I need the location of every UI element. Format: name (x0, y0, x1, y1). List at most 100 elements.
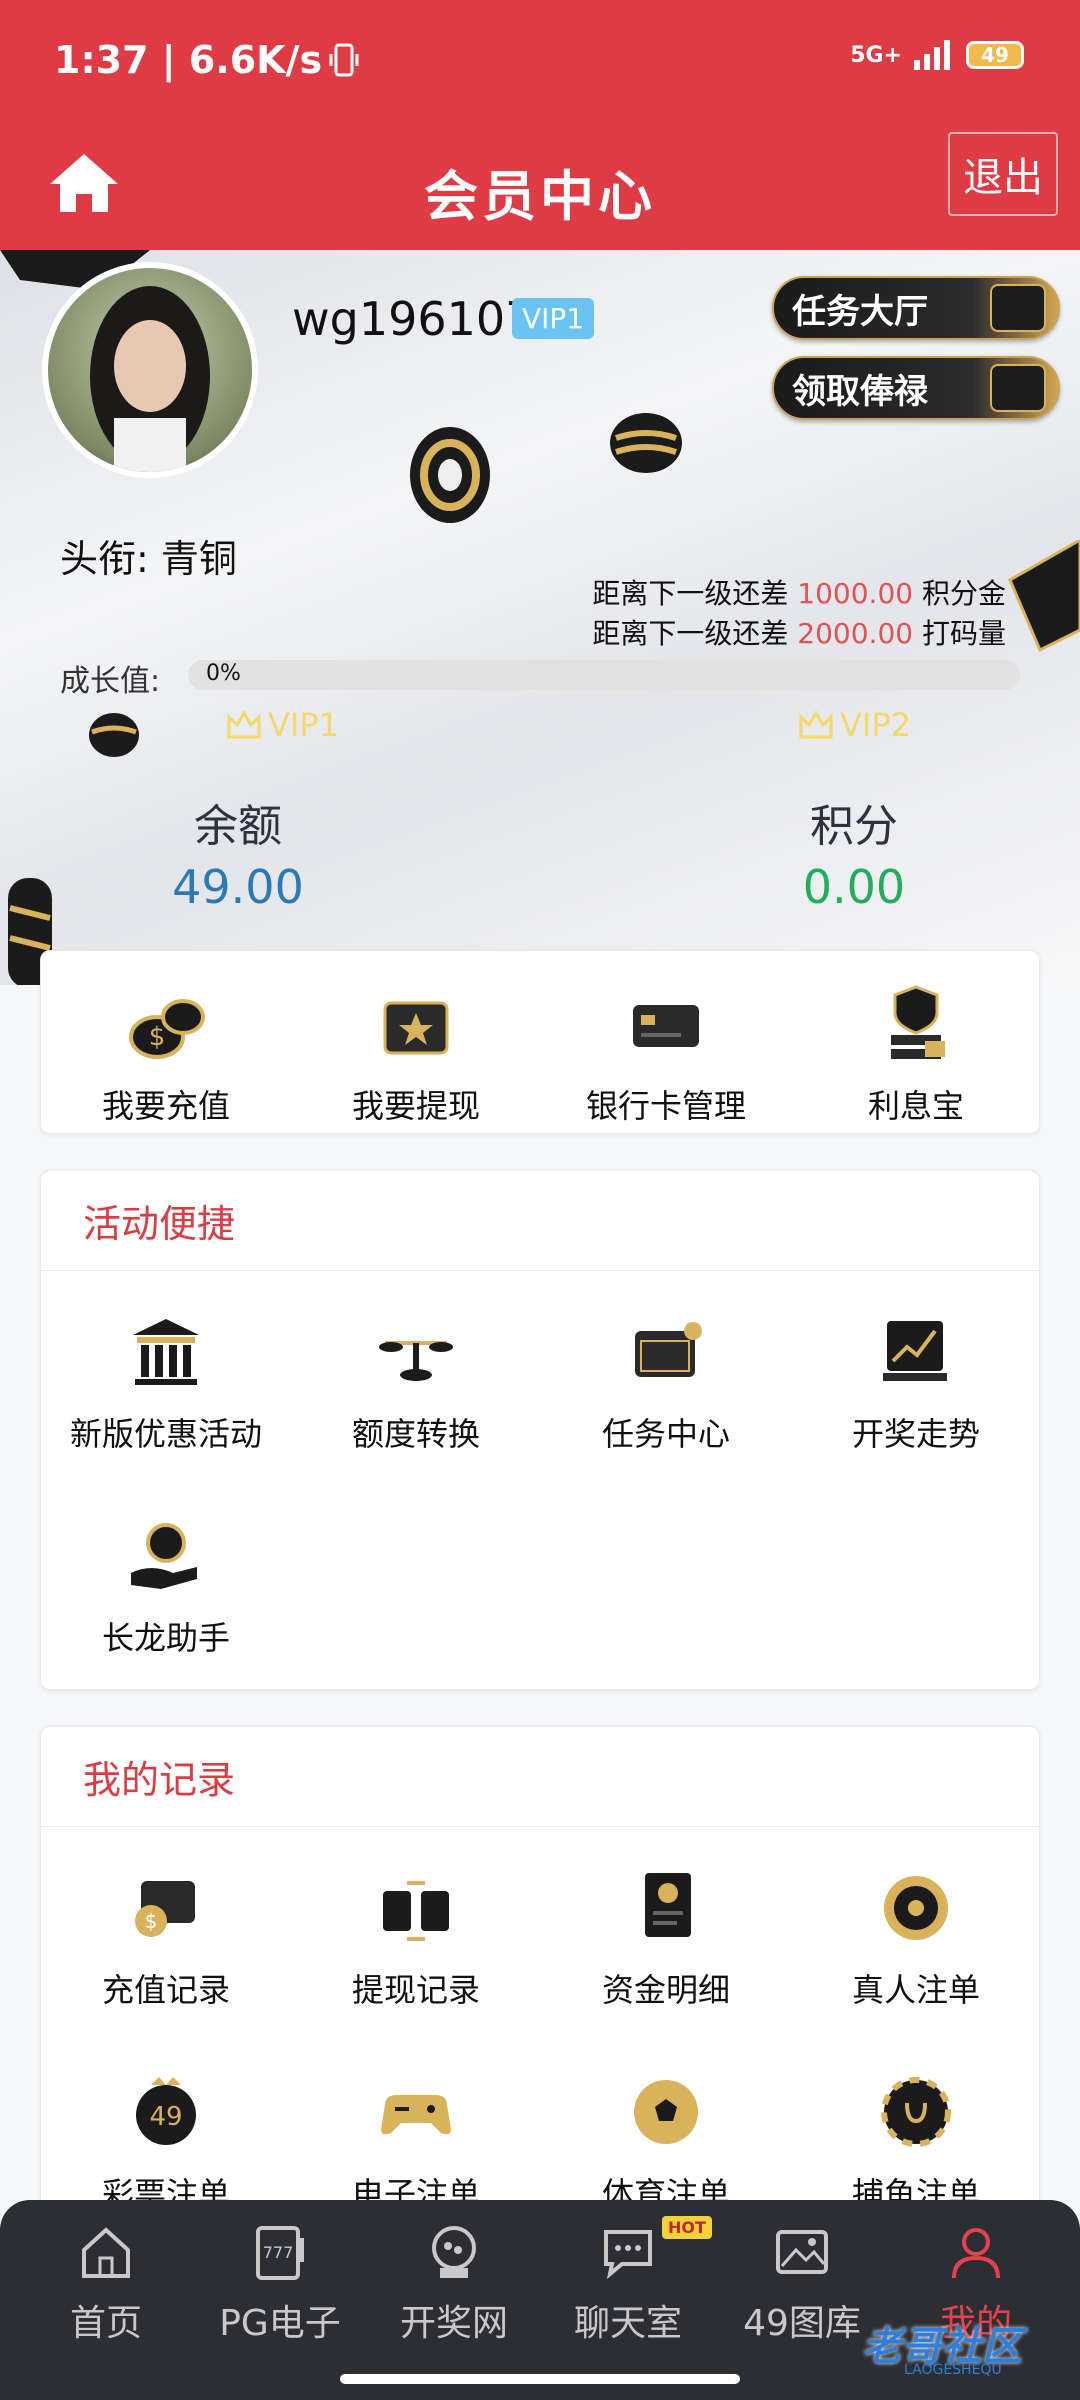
task-hall-button[interactable]: 任务大厅 (772, 276, 1060, 340)
points-label: 积分 (810, 801, 898, 852)
slot-bets-button[interactable]: 电子注单 (291, 2067, 541, 2215)
next-level-wager-prefix: 距离下一级还差 (592, 617, 789, 650)
vibrate-icon (329, 43, 359, 77)
money-bag-icon (990, 364, 1046, 412)
vip-current-marker: VIP1 (226, 706, 339, 744)
dragon-helper-label: 长龙助手 (101, 1619, 230, 1657)
poker-chip-icon (881, 2077, 951, 2147)
promo-label: 新版优惠活动 (69, 1415, 262, 1453)
dragon-helper-button[interactable]: 长龙助手 (41, 1511, 291, 1659)
exchange-icon (383, 1881, 449, 1941)
avatar[interactable] (42, 262, 258, 478)
vip-next-label: VIP2 (840, 706, 911, 744)
next-level-points-value: 1000.00 (797, 577, 914, 610)
vip-current-label: VIP1 (268, 706, 339, 744)
balance-stat[interactable]: 余额 49.00 (88, 790, 388, 914)
nav-pg[interactable]: 777 PG电子 (190, 2222, 370, 2346)
logout-button[interactable]: 退出 (948, 132, 1058, 216)
status-bar: 1:37 | 6.6K/s 5G+ 49 (0, 0, 1080, 128)
folder-star-icon (383, 1001, 449, 1055)
balance-value: 49.00 (172, 860, 304, 914)
coin-decoration-icon (610, 413, 682, 473)
document-coin-icon (645, 1873, 691, 1937)
page-title: 会员中心 (424, 165, 656, 228)
profile-hero: wg196107 VIP1 任务大厅 领取俸禄 头衔: 青铜 距离下一级还差 1… (0, 250, 1080, 985)
lottery-trend-label: 开奖走势 (851, 1415, 980, 1453)
next-level-wager-value: 2000.00 (797, 617, 914, 650)
nav-home[interactable]: 首页 (16, 2222, 196, 2346)
svg-text:777: 777 (263, 2243, 294, 2262)
nav-lottery[interactable]: 开奖网 (364, 2222, 544, 2346)
transfer-button[interactable]: 额度转换 (291, 1307, 541, 1455)
coin-stack-icon: $ (129, 999, 205, 1059)
fishing-bets-button[interactable]: 捕鱼注单 (791, 2067, 1041, 2215)
interest-button[interactable]: 利息宝 (791, 979, 1041, 1127)
wallet-coin-icon: $ (135, 1881, 195, 1937)
nav-chat[interactable]: 聊天室 (538, 2222, 718, 2346)
next-level-points-prefix: 距离下一级还差 (592, 577, 789, 610)
salary-label: 领取俸禄 (792, 371, 928, 412)
points-value: 0.00 (802, 860, 906, 914)
nav-chat-label: 聊天室 (573, 2303, 682, 2344)
bank-card-label: 银行卡管理 (585, 1087, 746, 1125)
crown-icon (227, 710, 261, 739)
next-level-wager-suffix: 打码量 (921, 617, 1006, 650)
signal-icon (914, 40, 950, 70)
coin-decoration-icon (89, 713, 139, 757)
hot-badge: HOT (662, 2216, 712, 2239)
vip-badge: VIP1 (512, 298, 595, 339)
promo-button[interactable]: 新版优惠活动 (41, 1307, 291, 1455)
next-level-points-suffix: 积分金 (921, 577, 1006, 610)
next-level-points: 距离下一级还差 1000.00 积分金 (592, 572, 1006, 612)
live-bets-button[interactable]: 真人注单 (791, 1863, 1041, 2011)
recharge-record-label: 充值记录 (101, 1971, 230, 2009)
activity-title: 活动便捷 (41, 1171, 1039, 1271)
withdraw-button[interactable]: 我要提现 (291, 979, 541, 1127)
salary-button[interactable]: 领取俸禄 (772, 356, 1060, 420)
status-indicators: 5G+ 49 (850, 40, 1024, 70)
status-time: 1:37 | 6.6K/s (54, 38, 360, 82)
live-bets-label: 真人注单 (851, 1971, 980, 2009)
withdraw-record-label: 提现记录 (351, 1971, 480, 2009)
svg-text:49: 49 (149, 2102, 182, 2132)
rank-title: 头衔: 青铜 (60, 537, 237, 581)
sports-bets-button[interactable]: 体育注单 (541, 2067, 791, 2215)
records-card: 我的记录 $ 充值记录 提现记录 资金明细 真人注单 49 彩票注单 电子注单 … (40, 1726, 1040, 2266)
nav-pg-label: PG电子 (219, 2303, 341, 2344)
recharge-label: 我要充值 (101, 1087, 230, 1125)
nav-lottery-label: 开奖网 (399, 2303, 508, 2344)
shield-server-icon (891, 985, 945, 1059)
status-time-text: 1:37 | 6.6K/s (54, 38, 323, 82)
home-indicator[interactable] (340, 2374, 740, 2384)
fund-details-label: 资金明细 (601, 1971, 730, 2009)
lottery-trend-button[interactable]: 开奖走势 (791, 1307, 1041, 1455)
bank-building-icon (133, 1319, 199, 1385)
bank-card-button[interactable]: 银行卡管理 (541, 979, 791, 1127)
lottery-machine-icon (432, 2226, 476, 2278)
task-center-button[interactable]: 任务中心 (541, 1307, 791, 1455)
records-title: 我的记录 (41, 1727, 1039, 1827)
svg-text:$: $ (149, 1022, 166, 1052)
points-stat[interactable]: 积分 0.00 (704, 790, 1004, 914)
recharge-record-button[interactable]: $ 充值记录 (41, 1863, 291, 2011)
withdraw-record-button[interactable]: 提现记录 (291, 1863, 541, 2011)
trend-chart-icon (883, 1321, 947, 1381)
calendar-icon (635, 1322, 702, 1377)
lottery-bets-button[interactable]: 49 彩票注单 (41, 2067, 291, 2215)
lottery-ball-icon: 49 (136, 2077, 196, 2145)
balance-label: 余额 (194, 801, 282, 852)
vip-next-marker: VIP2 (798, 706, 911, 744)
gamepad-icon (381, 2095, 451, 2135)
username: wg196107 (292, 292, 535, 346)
app-header: 会员中心 退出 (0, 128, 1080, 250)
recharge-button[interactable]: $ 我要充值 (41, 979, 291, 1127)
avatar-portrait-icon (90, 286, 210, 472)
watermark-subtext: LAOGESHEQU (904, 2362, 1002, 2378)
network-label: 5G+ (850, 42, 902, 68)
hand-coin-icon (131, 1523, 197, 1589)
growth-label: 成长值: (60, 664, 161, 699)
transfer-label: 额度转换 (351, 1415, 480, 1453)
withdraw-label: 我要提现 (351, 1087, 480, 1125)
roulette-icon (884, 1876, 948, 1940)
fund-details-button[interactable]: 资金明细 (541, 1863, 791, 2011)
